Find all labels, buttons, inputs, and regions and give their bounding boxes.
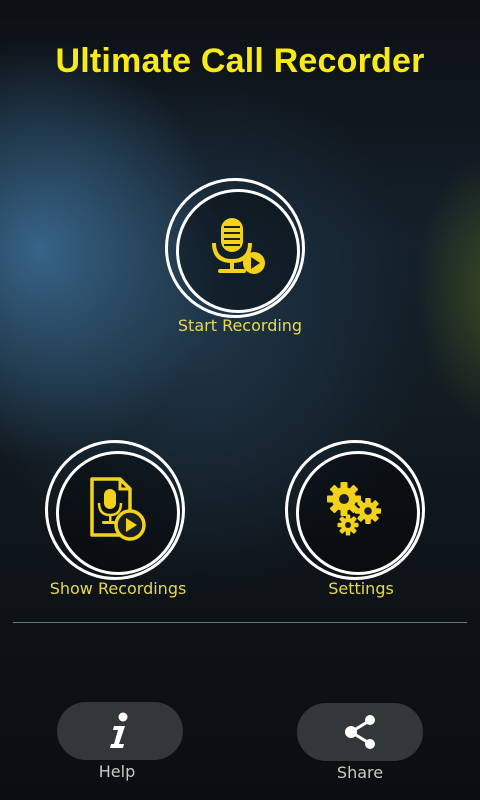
- show-recordings-label: Show Recordings: [49, 579, 187, 598]
- share-label: Share: [336, 763, 384, 782]
- settings-button[interactable]: [285, 440, 425, 580]
- recording-file-play-icon: [90, 477, 146, 541]
- help-label: Help: [98, 762, 136, 781]
- start-recording-button[interactable]: [165, 178, 305, 318]
- share-icon: [345, 715, 375, 749]
- divider: [13, 622, 467, 623]
- gears-icon: [327, 482, 381, 536]
- help-button[interactable]: [57, 702, 183, 760]
- start-recording-label: Start Recording: [177, 316, 303, 335]
- app-title: Ultimate Call Recorder: [55, 42, 425, 80]
- microphone-play-icon: [212, 218, 265, 274]
- info-icon: [110, 712, 128, 748]
- share-button[interactable]: [297, 703, 423, 761]
- settings-label: Settings: [328, 579, 394, 598]
- show-recordings-button[interactable]: [45, 440, 185, 580]
